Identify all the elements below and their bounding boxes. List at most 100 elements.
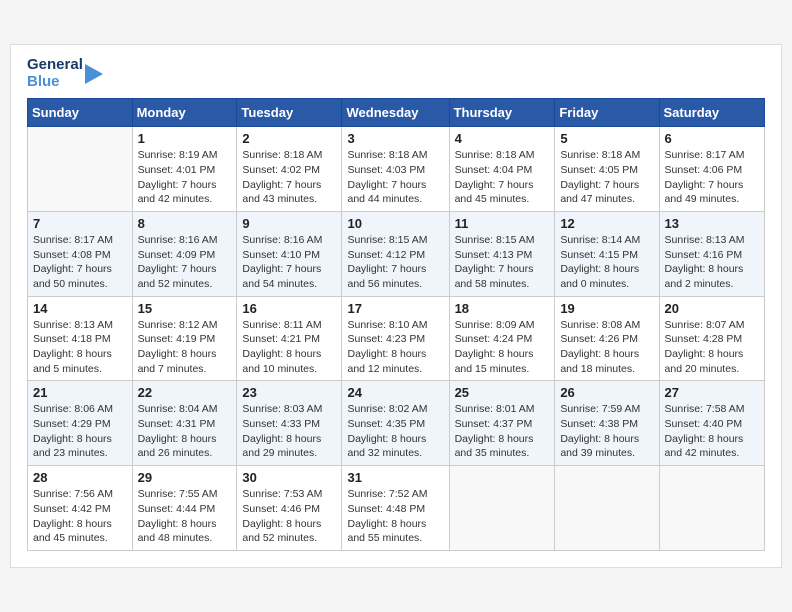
- calendar-cell: 25 Sunrise: 8:01 AMSunset: 4:37 PMDayligh…: [449, 381, 555, 466]
- day-info: Sunrise: 8:02 AMSunset: 4:35 PMDaylight:…: [347, 402, 443, 461]
- calendar-cell: 15 Sunrise: 8:12 AMSunset: 4:19 PMDayligh…: [132, 296, 237, 381]
- day-number: 23: [242, 385, 336, 400]
- day-number: 16: [242, 301, 336, 316]
- calendar-cell: 21 Sunrise: 8:06 AMSunset: 4:29 PMDayligh…: [28, 381, 133, 466]
- day-info: Sunrise: 8:18 AMSunset: 4:03 PMDaylight:…: [347, 148, 443, 207]
- day-info: Sunrise: 7:52 AMSunset: 4:48 PMDaylight:…: [347, 487, 443, 546]
- day-info: Sunrise: 8:06 AMSunset: 4:29 PMDaylight:…: [33, 402, 127, 461]
- day-number: 18: [455, 301, 550, 316]
- day-number: 3: [347, 131, 443, 146]
- day-info: Sunrise: 8:12 AMSunset: 4:19 PMDaylight:…: [138, 318, 232, 377]
- day-info: Sunrise: 8:19 AMSunset: 4:01 PMDaylight:…: [138, 148, 232, 207]
- calendar-cell: [659, 466, 764, 551]
- day-number: 15: [138, 301, 232, 316]
- day-number: 10: [347, 216, 443, 231]
- calendar-cell: 8 Sunrise: 8:16 AMSunset: 4:09 PMDaylight…: [132, 211, 237, 296]
- day-number: 13: [665, 216, 759, 231]
- weekday-header-wednesday: Wednesday: [342, 99, 449, 127]
- calendar-cell: 5Sunrise: 8:18 AMSunset: 4:05 PMDaylight…: [555, 127, 659, 212]
- calendar-cell: 17Sunrise: 8:10 AMSunset: 4:23 PMDayligh…: [342, 296, 449, 381]
- day-number: 31: [347, 470, 443, 485]
- day-info: Sunrise: 8:16 AMSunset: 4:10 PMDaylight:…: [242, 233, 336, 292]
- day-info: Sunrise: 8:18 AMSunset: 4:02 PMDaylight:…: [242, 148, 336, 207]
- day-info: Sunrise: 8:01 AMSunset: 4:37 PMDaylight:…: [455, 402, 550, 461]
- calendar-cell: 11 Sunrise: 8:15 AMSunset: 4:13 PMDayligh…: [449, 211, 555, 296]
- day-info: Sunrise: 8:10 AMSunset: 4:23 PMDaylight:…: [347, 318, 443, 377]
- week-row-4: 21 Sunrise: 8:06 AMSunset: 4:29 PMDayligh…: [28, 381, 765, 466]
- calendar-cell: 29 Sunrise: 7:55 AMSunset: 4:44 PMDayligh…: [132, 466, 237, 551]
- calendar-cell: [449, 466, 555, 551]
- calendar-cell: 28Sunrise: 7:56 AMSunset: 4:42 PMDayligh…: [28, 466, 133, 551]
- day-info: Sunrise: 8:17 AMSunset: 4:06 PMDaylight:…: [665, 148, 759, 207]
- calendar-cell: 19 Sunrise: 8:08 AMSunset: 4:26 PMDayligh…: [555, 296, 659, 381]
- day-number: 19: [560, 301, 653, 316]
- day-number: 1: [138, 131, 232, 146]
- day-info: Sunrise: 8:07 AMSunset: 4:28 PMDaylight:…: [665, 318, 759, 377]
- calendar-cell: [555, 466, 659, 551]
- calendar-cell: 3 Sunrise: 8:18 AMSunset: 4:03 PMDaylight…: [342, 127, 449, 212]
- weekday-header-row: SundayMondayTuesdayWednesdayThursdayFrid…: [28, 99, 765, 127]
- calendar-cell: 31 Sunrise: 7:52 AMSunset: 4:48 PMDayligh…: [342, 466, 449, 551]
- logo-general: General: [27, 57, 83, 74]
- calendar-cell: [28, 127, 133, 212]
- calendar-cell: 10 Sunrise: 8:15 AMSunset: 4:12 PMDayligh…: [342, 211, 449, 296]
- day-number: 27: [665, 385, 759, 400]
- calendar-cell: 14Sunrise: 8:13 AMSunset: 4:18 PMDayligh…: [28, 296, 133, 381]
- calendar-cell: 2 Sunrise: 8:18 AMSunset: 4:02 PMDaylight…: [237, 127, 342, 212]
- day-number: 22: [138, 385, 232, 400]
- day-info: Sunrise: 8:08 AMSunset: 4:26 PMDaylight:…: [560, 318, 653, 377]
- day-info: Sunrise: 8:16 AMSunset: 4:09 PMDaylight:…: [138, 233, 232, 292]
- day-number: 6: [665, 131, 759, 146]
- day-number: 21: [33, 385, 127, 400]
- day-number: 14: [33, 301, 127, 316]
- day-info: Sunrise: 8:15 AMSunset: 4:13 PMDaylight:…: [455, 233, 550, 292]
- day-number: 29: [138, 470, 232, 485]
- day-info: Sunrise: 8:04 AMSunset: 4:31 PMDaylight:…: [138, 402, 232, 461]
- week-row-5: 28Sunrise: 7:56 AMSunset: 4:42 PMDayligh…: [28, 466, 765, 551]
- calendar-cell: 9 Sunrise: 8:16 AMSunset: 4:10 PMDaylight…: [237, 211, 342, 296]
- calendar-cell: 13Sunrise: 8:13 AMSunset: 4:16 PMDayligh…: [659, 211, 764, 296]
- day-number: 9: [242, 216, 336, 231]
- calendar-container: General Blue SundayMondayTuesdayWednesda…: [10, 44, 782, 568]
- calendar-cell: 23Sunrise: 8:03 AMSunset: 4:33 PMDayligh…: [237, 381, 342, 466]
- calendar-cell: 20 Sunrise: 8:07 AMSunset: 4:28 PMDayligh…: [659, 296, 764, 381]
- calendar-cell: 18Sunrise: 8:09 AMSunset: 4:24 PMDayligh…: [449, 296, 555, 381]
- day-number: 7: [33, 216, 127, 231]
- weekday-header-friday: Friday: [555, 99, 659, 127]
- calendar-table: SundayMondayTuesdayWednesdayThursdayFrid…: [27, 98, 765, 551]
- calendar-cell: 6 Sunrise: 8:17 AMSunset: 4:06 PMDaylight…: [659, 127, 764, 212]
- calendar-cell: 27Sunrise: 7:58 AMSunset: 4:40 PMDayligh…: [659, 381, 764, 466]
- day-number: 26: [560, 385, 653, 400]
- day-info: Sunrise: 8:15 AMSunset: 4:12 PMDaylight:…: [347, 233, 443, 292]
- day-number: 4: [455, 131, 550, 146]
- calendar-cell: 12Sunrise: 8:14 AMSunset: 4:15 PMDayligh…: [555, 211, 659, 296]
- day-info: Sunrise: 8:18 AMSunset: 4:04 PMDaylight:…: [455, 148, 550, 207]
- day-info: Sunrise: 8:14 AMSunset: 4:15 PMDaylight:…: [560, 233, 653, 292]
- calendar-cell: 24 Sunrise: 8:02 AMSunset: 4:35 PMDayligh…: [342, 381, 449, 466]
- calendar-cell: 7 Sunrise: 8:17 AMSunset: 4:08 PMDaylight…: [28, 211, 133, 296]
- day-number: 8: [138, 216, 232, 231]
- day-number: 11: [455, 216, 550, 231]
- day-info: Sunrise: 8:18 AMSunset: 4:05 PMDaylight:…: [560, 148, 653, 207]
- weekday-header-sunday: Sunday: [28, 99, 133, 127]
- day-number: 2: [242, 131, 336, 146]
- day-info: Sunrise: 8:11 AMSunset: 4:21 PMDaylight:…: [242, 318, 336, 377]
- logo-triangle-icon: [85, 59, 107, 89]
- day-number: 28: [33, 470, 127, 485]
- logo: General Blue: [27, 57, 107, 90]
- logo-wordmark: General Blue: [27, 57, 107, 90]
- day-number: 30: [242, 470, 336, 485]
- weekday-header-monday: Monday: [132, 99, 237, 127]
- day-number: 25: [455, 385, 550, 400]
- logo-blue: Blue: [27, 74, 83, 91]
- calendar-header: General Blue: [27, 57, 765, 90]
- calendar-cell: 30Sunrise: 7:53 AMSunset: 4:46 PMDayligh…: [237, 466, 342, 551]
- calendar-cell: 4 Sunrise: 8:18 AMSunset: 4:04 PMDaylight…: [449, 127, 555, 212]
- day-number: 24: [347, 385, 443, 400]
- week-row-1: 1 Sunrise: 8:19 AMSunset: 4:01 PMDaylight…: [28, 127, 765, 212]
- calendar-cell: 22 Sunrise: 8:04 AMSunset: 4:31 PMDayligh…: [132, 381, 237, 466]
- day-number: 20: [665, 301, 759, 316]
- week-row-2: 7 Sunrise: 8:17 AMSunset: 4:08 PMDaylight…: [28, 211, 765, 296]
- day-info: Sunrise: 8:17 AMSunset: 4:08 PMDaylight:…: [33, 233, 127, 292]
- day-info: Sunrise: 7:55 AMSunset: 4:44 PMDaylight:…: [138, 487, 232, 546]
